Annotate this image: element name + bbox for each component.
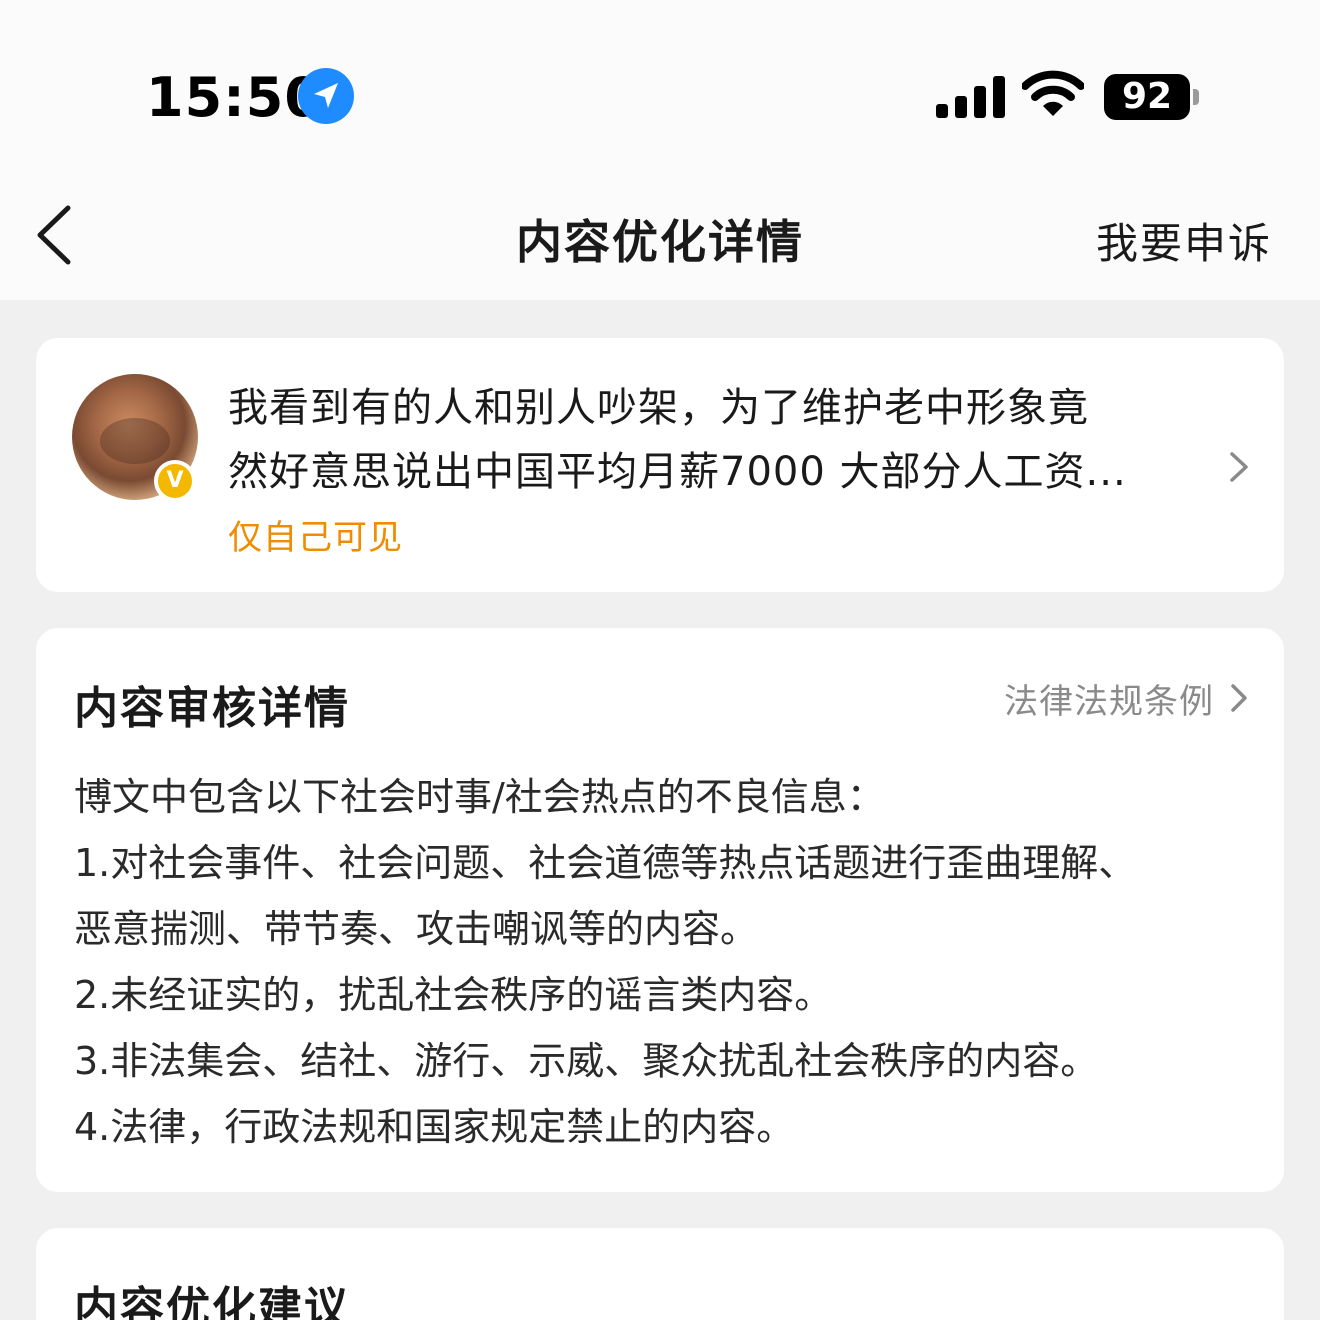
suggestion-section-title: 内容优化建议 [74,1283,350,1320]
review-line: 1.对社会事件、社会问题、社会道德等热点话题进行歪曲理解、 [74,841,1137,885]
cellular-signal-icon [936,76,1005,118]
chevron-right-icon [1230,452,1248,482]
chevron-right-icon [1231,684,1247,712]
review-body: 博文中包含以下社会时事/社会热点的不良信息： 1.对社会事件、社会问题、社会道德… [74,764,1264,1160]
visibility-label: 仅自己可见 [228,518,403,558]
page: 15:50 92 内容优化详情 我要申诉 V 我看到有的人和别人吵架，为了维护老… [0,0,1320,1320]
post-line: 然好意思说出中国平均月薪7000 大部分人工资... [228,449,1127,495]
verified-badge: V [154,460,196,502]
wifi-icon [1022,70,1084,116]
review-line: 4.法律，行政法规和国家规定禁止的内容。 [74,1105,795,1149]
review-section-title: 内容审核详情 [74,683,350,734]
review-line: 博文中包含以下社会时事/社会热点的不良信息： [74,775,885,819]
review-details-card: 内容审核详情 法律法规条例 博文中包含以下社会时事/社会热点的不良信息： 1.对… [36,628,1284,1192]
post-excerpt: 我看到有的人和别人吵架，为了维护老中形象竟 然好意思说出中国平均月薪7000 大… [228,376,1188,504]
chevron-left-icon[interactable] [32,204,76,266]
page-title: 内容优化详情 [516,215,804,269]
review-line: 2.未经证实的，扰乱社会秩序的谣言类内容。 [74,973,833,1017]
review-line: 3.非法集会、结社、游行、示威、聚众扰乱社会秩序的内容。 [74,1039,1099,1083]
nav-bar: 内容优化详情 我要申诉 [0,170,1320,300]
battery-icon: 92 [1104,74,1200,120]
laws-link-label: 法律法规条例 [1004,681,1214,722]
review-line: 恶意揣测、带节奏、攻击嘲讽等的内容。 [74,907,759,951]
battery-level: 92 [1121,76,1173,117]
post-line: 我看到有的人和别人吵架，为了维护老中形象竟 [228,385,1089,431]
post-card[interactable]: V 我看到有的人和别人吵架，为了维护老中形象竟 然好意思说出中国平均月薪7000… [36,338,1284,592]
laws-regulations-link[interactable]: 法律法规条例 [1004,678,1250,722]
location-arrow-icon [298,68,354,124]
status-time: 15:50 [146,66,323,129]
suggestion-card: 内容优化建议 [36,1228,1284,1320]
status-bar: 15:50 92 [0,0,1320,170]
appeal-button[interactable]: 我要申诉 [1096,210,1272,271]
